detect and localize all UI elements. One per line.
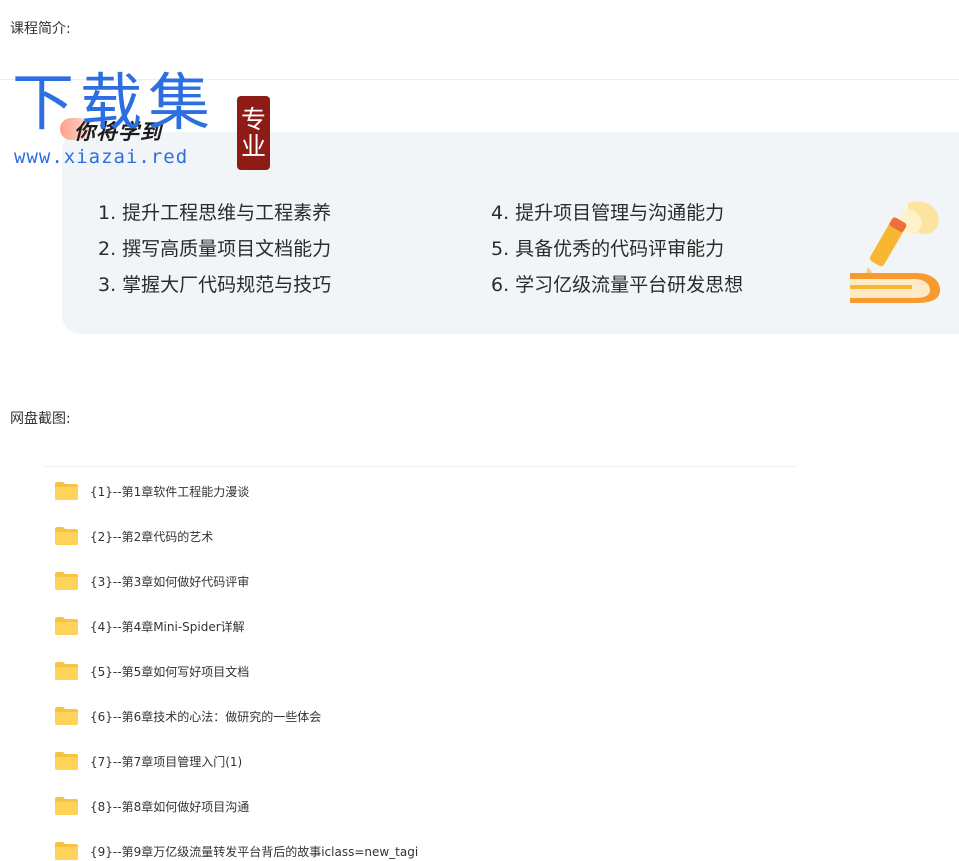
disk-screenshot-label: 网盘截图:: [10, 411, 71, 427]
learning-point: 1. 提升工程思维与工程素养: [98, 202, 332, 224]
learning-point: 6. 学习亿级流量平台研发思想: [491, 274, 744, 296]
folder-row[interactable]: {7}--第7章项目管理入门(1): [55, 751, 242, 771]
folder-row[interactable]: {6}--第6章技术的心法：做研究的一些体会: [55, 706, 321, 726]
folder-row[interactable]: {3}--第3章如何做好代码评审: [55, 571, 249, 591]
watermark-seal: 专 业: [237, 96, 270, 170]
folder-name: {2}--第2章代码的艺术: [90, 529, 214, 544]
folder-row[interactable]: {5}--第5章如何写好项目文档: [55, 661, 249, 681]
folder-row[interactable]: {2}--第2章代码的艺术: [55, 526, 213, 546]
list-divider: [44, 466, 796, 467]
course-intro-label: 课程简介:: [10, 21, 71, 37]
folder-name: {5}--第5章如何写好项目文档: [90, 664, 250, 679]
learning-point: 5. 具备优秀的代码评审能力: [491, 238, 725, 260]
folder-icon: [55, 797, 78, 815]
pencil-book-icon: [850, 201, 940, 303]
folder-name: {7}--第7章项目管理入门(1): [90, 754, 243, 769]
folder-name: {8}--第8章如何做好项目沟通: [90, 799, 250, 814]
folder-row[interactable]: {1}--第1章软件工程能力漫谈: [55, 481, 249, 501]
seal-char: 专: [240, 104, 266, 134]
folder-name: {1}--第1章软件工程能力漫谈: [90, 484, 250, 499]
folder-row[interactable]: {9}--第9章万亿级流量转发平台背后的故事iclass=new_tagi: [55, 841, 418, 861]
learning-point: 3. 掌握大厂代码规范与技巧: [98, 274, 332, 296]
seal-char: 业: [240, 132, 266, 161]
folder-icon: [55, 572, 78, 590]
folder-name: {3}--第3章如何做好代码评审: [90, 574, 250, 589]
folder-name: {4}--第4章Mini-Spider详解: [90, 619, 245, 634]
folder-row[interactable]: {8}--第8章如何做好项目沟通: [55, 796, 249, 816]
watermark-logo-text: 下载集: [12, 66, 217, 139]
folder-name: {9}--第9章万亿级流量转发平台背后的故事iclass=new_tagi: [90, 844, 419, 859]
learning-point: 4. 提升项目管理与沟通能力: [491, 202, 725, 224]
folder-icon: [55, 707, 78, 725]
folder-icon: [55, 482, 78, 500]
learning-point: 2. 撰写高质量项目文档能力: [98, 238, 332, 260]
folder-icon: [55, 842, 78, 860]
folder-icon: [55, 527, 78, 545]
folder-icon: [55, 752, 78, 770]
folder-icon: [55, 617, 78, 635]
watermark-url: www.xiazai.red: [14, 146, 189, 168]
course-banner: [62, 132, 959, 334]
folder-row[interactable]: {4}--第4章Mini-Spider详解: [55, 616, 245, 636]
folder-icon: [55, 662, 78, 680]
folder-name: {6}--第6章技术的心法：做研究的一些体会: [90, 709, 322, 724]
